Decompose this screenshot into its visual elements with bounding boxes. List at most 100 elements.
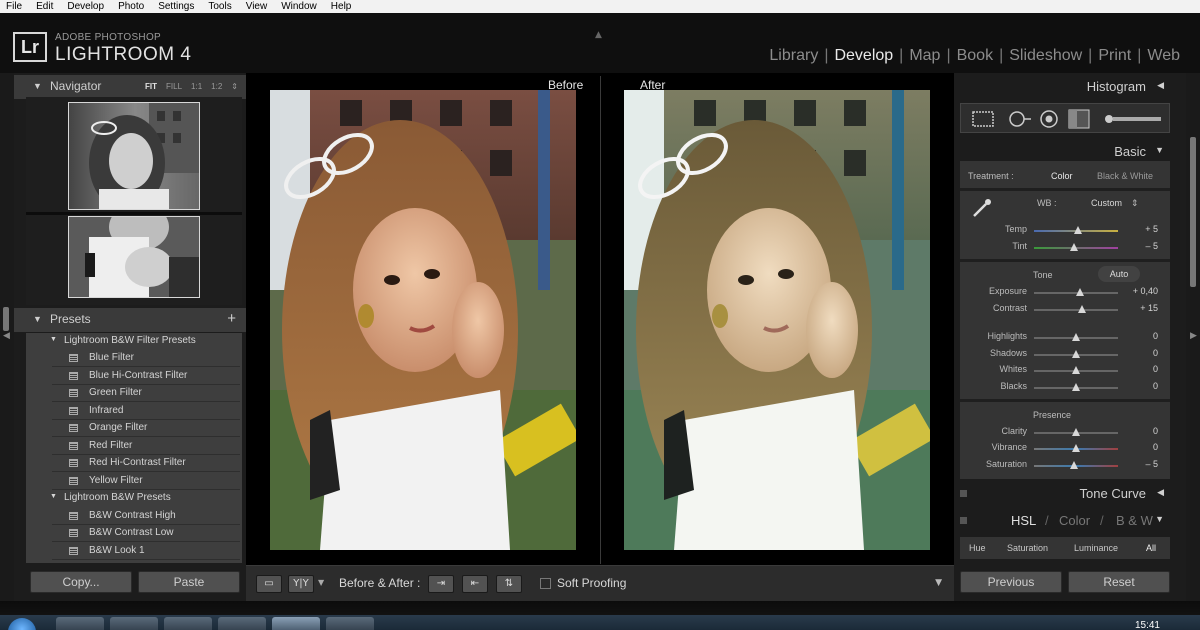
after-photo[interactable] [624,90,930,550]
slider-knob[interactable] [1072,383,1080,391]
slider-value-highlights[interactable]: 0 [1118,331,1158,341]
slider-value-tint[interactable]: – 5 [1118,241,1158,251]
zoom-fill[interactable]: FILL [166,82,182,91]
slider-exposure[interactable] [1034,288,1118,296]
slider-knob[interactable] [1077,305,1086,313]
module-slideshow[interactable]: Slideshow [1003,47,1088,65]
color-title[interactable]: Color [1059,513,1090,528]
zoom-fit[interactable]: FIT [145,82,157,91]
taskbar-app[interactable] [110,617,158,630]
slider-value-saturation[interactable]: – 5 [1118,459,1158,469]
menu-settings[interactable]: Settings [158,0,194,13]
slider-value-shadows[interactable]: 0 [1118,348,1158,358]
graduated-filter-icon[interactable] [1068,109,1090,129]
panel-toggle-icon[interactable] [960,490,967,497]
collapse-right-panel-icon[interactable]: ▶ [1190,331,1197,341]
navigator-preview[interactable] [26,97,242,305]
taskbar-app[interactable] [164,617,212,630]
preset-item[interactable]: Blue Hi-Contrast Filter [52,368,240,385]
copy-after-to-before-button[interactable]: ⇤ [462,575,488,593]
slider-knob[interactable] [1070,243,1079,251]
slider-value-whites[interactable]: 0 [1118,364,1158,374]
slider-value-blacks[interactable]: 0 [1118,381,1158,391]
collapse-top-panel-icon[interactable]: ▲ [595,30,602,40]
taskbar-app[interactable] [56,617,104,630]
slider-value-vibrance[interactable]: 0 [1118,442,1158,452]
hsl-title[interactable]: HSL [1011,513,1036,528]
preset-item[interactable]: B&W Contrast Low [52,525,240,542]
menu-help[interactable]: Help [331,0,352,13]
paste-settings-button[interactable]: Paste [138,571,240,593]
slider-temp[interactable] [1034,226,1118,234]
slider-shadows[interactable] [1034,350,1118,358]
module-book[interactable]: Book [951,47,999,65]
slider-tint[interactable] [1034,243,1118,251]
zoom-1-2[interactable]: 1:2 [211,82,222,91]
preset-item[interactable]: Blue Filter [52,350,240,367]
slider-knob[interactable] [1070,461,1079,469]
preset-item[interactable]: Green Filter [52,385,240,402]
collapse-triangle-icon[interactable]: ▼ [33,81,42,91]
view-dropdown-icon[interactable]: ▼ [318,578,324,587]
treatment-color-option[interactable]: Color [1051,171,1073,181]
swap-before-after-button[interactable]: ⇅ [496,575,522,593]
collapse-triangle-icon[interactable]: ▼ [50,336,57,343]
menu-tools[interactable]: Tools [208,0,231,13]
left-panel-edge[interactable]: ◀ [0,73,14,601]
collapse-triangle-icon[interactable]: ▼ [1155,514,1164,524]
right-scrollbar-thumb[interactable] [1190,137,1196,287]
module-map[interactable]: Map [903,47,946,65]
slider-clarity[interactable] [1034,428,1118,436]
auto-tone-button[interactable]: Auto [1098,266,1140,282]
slider-contrast[interactable] [1034,305,1118,313]
slider-vibrance[interactable] [1034,444,1118,452]
slider-whites[interactable] [1034,366,1118,374]
toolbar-menu-icon[interactable]: ▼ [935,578,942,588]
taskbar-app[interactable] [218,617,266,630]
collapse-left-panel-icon[interactable]: ◀ [3,331,10,341]
tab-saturation[interactable]: Saturation [1007,543,1048,553]
slider-knob[interactable] [1073,226,1082,234]
slider-highlights[interactable] [1034,333,1118,341]
slider-value-exposure[interactable]: + 0,40 [1118,286,1158,296]
collapse-triangle-icon[interactable]: ▼ [50,493,57,500]
taskbar-app-active[interactable] [272,617,320,630]
eyedropper-icon[interactable] [970,196,994,220]
panel-toggle-icon[interactable] [960,517,967,524]
slider-value-clarity[interactable]: 0 [1118,426,1158,436]
treatment-bw-option[interactable]: Black & White [1097,171,1153,181]
module-print[interactable]: Print [1092,47,1137,65]
slider-saturation[interactable] [1034,461,1118,469]
preset-folder[interactable]: ▼ Lightroom B&W Presets [26,490,240,507]
menu-develop[interactable]: Develop [67,0,104,13]
hsl-header[interactable]: HSL / Color / B & W ▼ [956,509,1172,532]
spot-removal-icon[interactable] [1009,111,1031,127]
preset-item[interactable]: Infrared [52,403,240,420]
menu-photo[interactable]: Photo [118,0,144,13]
slider-knob[interactable] [1072,350,1080,358]
slider-knob[interactable] [1072,428,1080,436]
zoom-dropdown-icon[interactable]: ⇕ [231,82,238,91]
preset-folder[interactable]: ▼ Lightroom B&W Filter Presets [26,333,240,350]
tone-curve-header[interactable]: Tone Curve ◀ [956,482,1172,505]
preset-item[interactable]: B&W Contrast High [52,508,240,525]
soft-proofing-checkbox[interactable] [540,578,551,589]
add-icon[interactable]: + [227,310,236,327]
copy-settings-button[interactable]: Copy... [30,571,132,593]
crop-icon[interactable] [972,111,994,127]
basic-header[interactable]: Basic ▼ [956,140,1172,163]
collapse-triangle-icon[interactable]: ◀ [1157,80,1164,91]
reset-button[interactable]: Reset [1068,571,1170,593]
presets-header[interactable]: ▼ Presets + [14,308,246,332]
previous-button[interactable]: Previous [960,571,1062,593]
collapse-triangle-icon[interactable]: ▼ [1155,145,1164,155]
collapse-triangle-icon[interactable]: ◀ [1157,487,1164,498]
preset-item[interactable]: Red Filter [52,438,240,455]
preset-item[interactable]: Yellow Filter [52,473,240,490]
taskbar-app[interactable] [326,617,374,630]
loupe-view-button[interactable]: ▭ [256,575,282,593]
preset-item[interactable]: Orange Filter [52,420,240,437]
slider-value-temp[interactable]: + 5 [1118,224,1158,234]
adjustment-brush-icon[interactable] [1105,115,1161,123]
slider-knob[interactable] [1072,444,1080,452]
